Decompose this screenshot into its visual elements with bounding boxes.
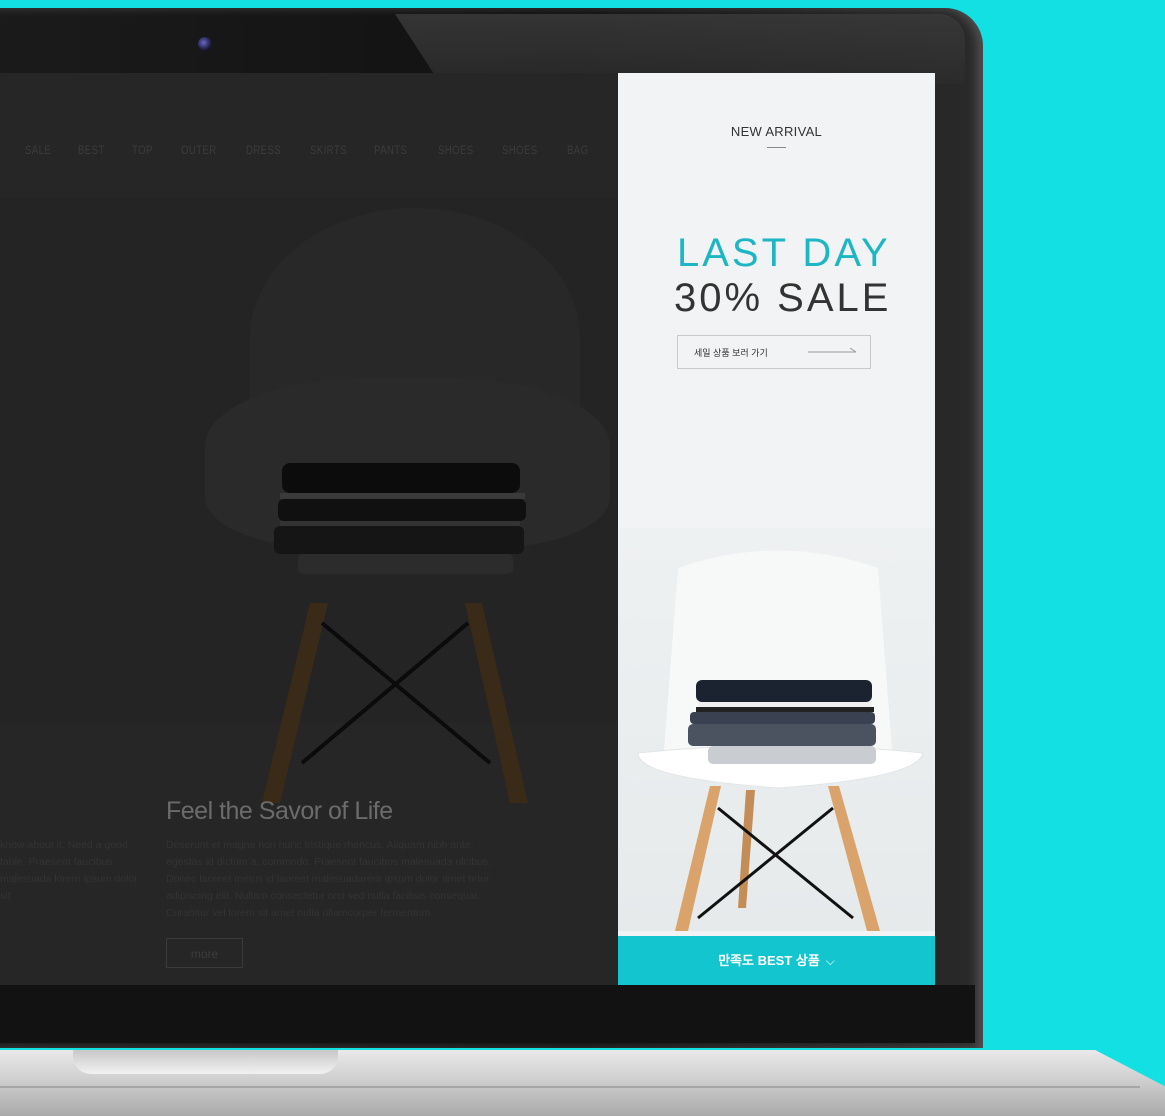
chair-illustration [637, 550, 924, 931]
nav-item-shoes[interactable]: SHOES [438, 143, 474, 157]
feel-title: Feel the Savor of Life [166, 797, 393, 825]
more-button[interactable]: more [166, 938, 243, 968]
laptop-base-line [0, 1086, 1140, 1088]
arrow-right-icon [808, 347, 857, 353]
last-day-text: LAST DAY [677, 231, 891, 275]
heading-divider [767, 147, 786, 148]
feel-body-text: Deserunt et magna non nunc tristique rho… [166, 839, 492, 919]
promo-panel: NEW ARRIVAL LAST DAY 30% SALE 세일 상품 보러 가… [618, 73, 935, 985]
nav-item-sale[interactable]: SALE [25, 143, 51, 157]
nav-item-top[interactable]: TOP [132, 143, 153, 157]
nav-item-bag[interactable]: BAG [567, 143, 588, 157]
new-arrival-heading: NEW ARRIVAL [730, 124, 823, 139]
screen: SALE BEST TOP OUTER DRESS SKIRTS PANTS S… [0, 73, 935, 985]
content-section: know about it. Need a good table. Praese… [0, 753, 618, 985]
nav-item-dress[interactable]: DRESS [246, 143, 281, 157]
chair-photo [618, 528, 935, 931]
hero-clothes-stack [274, 463, 526, 574]
best-products-button[interactable]: 만족도 BEST 상품 ⌵ [618, 936, 935, 985]
camera-icon [198, 37, 212, 51]
laptop-base-notch [73, 1050, 338, 1074]
bottom-bezel [0, 985, 975, 1043]
view-sale-button[interactable]: 세일 상품 보러 가기 [677, 335, 871, 369]
sale-text: 30% SALE [674, 276, 892, 320]
nav-item-shoes-2[interactable]: SHOES [502, 143, 538, 157]
nav-item-best[interactable]: BEST [78, 143, 105, 157]
view-sale-button-label: 세일 상품 보러 가기 [694, 348, 768, 358]
dimmed-website: SALE BEST TOP OUTER DRESS SKIRTS PANTS S… [0, 73, 618, 985]
nav-item-pants[interactable]: PANTS [374, 143, 407, 157]
left-body-text: know about it. Need a good table. Praese… [0, 839, 138, 902]
hero-image [0, 198, 618, 803]
nav-item-skirts[interactable]: SKIRTS [310, 143, 347, 157]
chevron-down-icon: ⌵ [825, 954, 835, 968]
nav-item-outer[interactable]: OUTER [181, 143, 217, 157]
best-products-label: 만족도 BEST 상품 [718, 953, 820, 968]
main-nav: SALE BEST TOP OUTER DRESS SKIRTS PANTS S… [0, 143, 618, 163]
